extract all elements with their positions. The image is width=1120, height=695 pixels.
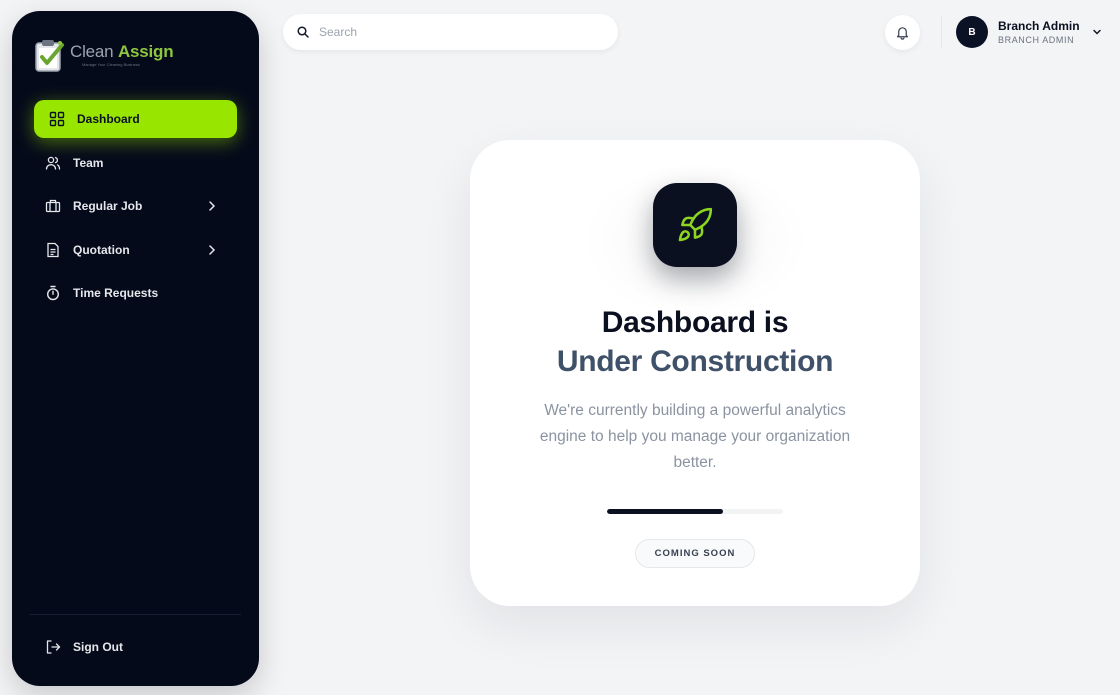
notifications-button[interactable] xyxy=(885,15,920,50)
sidebar-item-regular-job[interactable]: Regular Job xyxy=(34,187,237,225)
chevron-down-icon xyxy=(1092,29,1101,35)
brand-tagline: Manage Your Cleaning Business xyxy=(82,62,140,67)
page-title: Dashboard is xyxy=(601,306,789,339)
progress-bar xyxy=(607,509,783,514)
brand-name: Clean Assign xyxy=(70,42,174,61)
brand-text: Clean Assign Manage Your Cleaning Busine… xyxy=(70,42,174,68)
search-input[interactable] xyxy=(319,25,599,39)
sidebar-item-label: Team xyxy=(73,155,104,170)
brand-name-part1: Clean xyxy=(70,42,118,61)
status-badge: COMING SOON xyxy=(635,539,755,568)
sidebar-item-quotation[interactable]: Quotation xyxy=(34,231,237,269)
user-profile-menu[interactable]: B Branch Admin BRANCH ADMIN xyxy=(956,16,1102,48)
user-name: Branch Admin xyxy=(998,19,1080,33)
stopwatch-icon xyxy=(45,285,61,301)
sidebar-item-label: Time Requests xyxy=(73,286,159,301)
users-icon xyxy=(45,155,61,171)
under-construction-card: Dashboard is Under Construction We're cu… xyxy=(470,140,920,606)
sidebar-item-label: Dashboard xyxy=(77,112,140,126)
sign-out-label: Sign Out xyxy=(73,640,123,654)
chevron-right-icon xyxy=(209,245,216,255)
chevron-right-icon xyxy=(209,201,216,211)
search-bar[interactable] xyxy=(283,14,618,50)
sidebar: Clean Assign Manage Your Cleaning Busine… xyxy=(12,11,259,686)
bell-icon xyxy=(896,27,909,40)
page-subtitle: Under Construction xyxy=(556,345,834,378)
grid-icon xyxy=(49,111,65,127)
sign-out-button[interactable]: Sign Out xyxy=(45,639,123,655)
user-role: BRANCH ADMIN xyxy=(998,35,1075,45)
rocket-icon xyxy=(678,207,713,242)
sidebar-item-team[interactable]: Team xyxy=(34,144,237,182)
sidebar-item-label: Quotation xyxy=(73,242,130,257)
search-icon xyxy=(297,26,309,38)
clipboard-check-logo-icon xyxy=(35,40,64,72)
header-divider xyxy=(941,16,942,48)
document-icon xyxy=(45,242,61,258)
progress-fill xyxy=(607,509,724,514)
avatar: B xyxy=(956,16,988,48)
sidebar-item-time-requests[interactable]: Time Requests xyxy=(34,274,237,312)
briefcase-icon xyxy=(45,198,61,214)
sidebar-nav: Dashboard Team Regular Job Quotation Tim… xyxy=(34,100,237,318)
sidebar-item-dashboard[interactable]: Dashboard xyxy=(34,100,237,138)
rocket-badge xyxy=(653,183,737,267)
sidebar-item-label: Regular Job xyxy=(73,199,143,214)
sidebar-divider xyxy=(30,614,241,615)
brand-logo[interactable]: Clean Assign Manage Your Cleaning Busine… xyxy=(32,37,174,73)
user-info: Branch Admin BRANCH ADMIN xyxy=(998,19,1080,45)
brand-name-part2: Assign xyxy=(117,42,174,61)
logout-icon xyxy=(46,640,61,654)
page-description: We're currently building a powerful anal… xyxy=(539,402,851,471)
